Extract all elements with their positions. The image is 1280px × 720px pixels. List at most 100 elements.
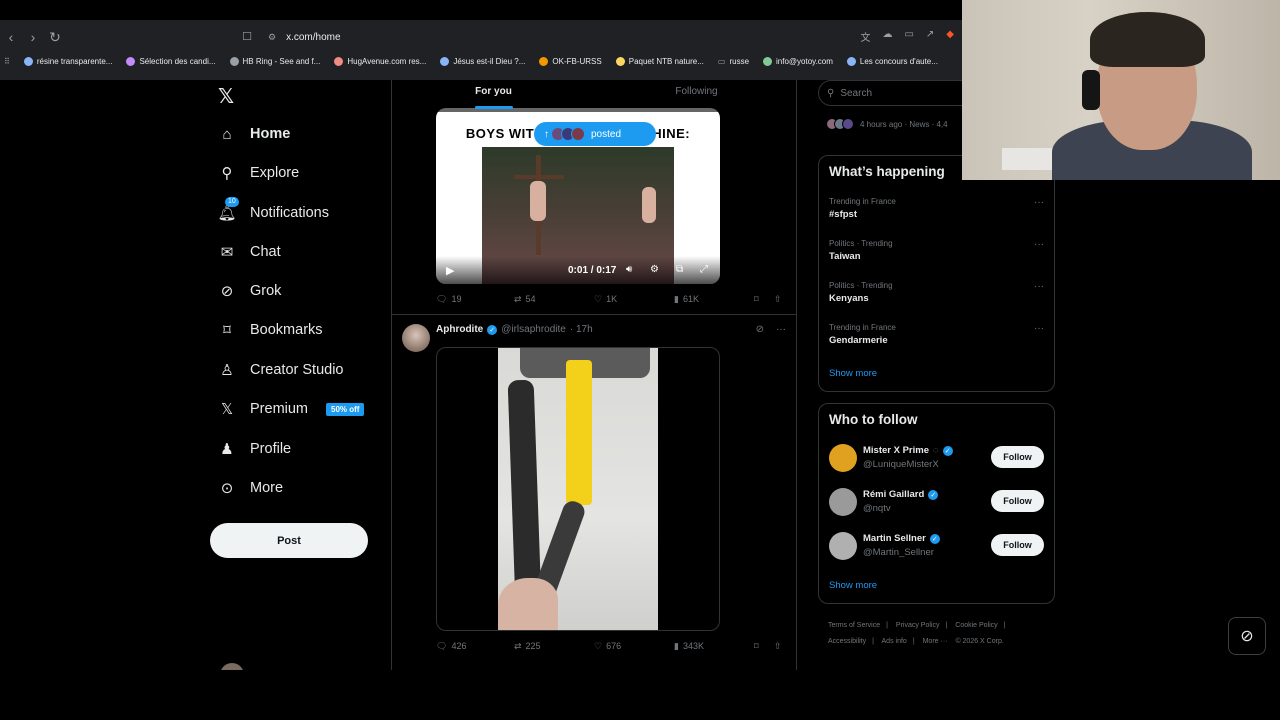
tab-for-you[interactable]: For you <box>392 80 595 112</box>
views-button[interactable]: ▮ 61K <box>674 294 699 305</box>
more-icon[interactable]: ··· <box>1034 323 1044 334</box>
nav-more[interactable]: ⊙ More <box>218 475 283 501</box>
play-icon[interactable]: ▶ <box>446 264 454 277</box>
nav-notifications[interactable]: 🔔︎ 10 Notifications <box>217 197 329 226</box>
more-icon[interactable]: ··· <box>776 324 786 335</box>
author-handle[interactable]: @irlsaphrodite <box>501 324 566 335</box>
share-icon[interactable]: ↗ <box>926 29 934 44</box>
bookmark[interactable]: Sélection des candi... <box>126 56 216 66</box>
home-timeline: For you Following ↑ posted BOYS WIT HINE:… <box>391 80 797 670</box>
screen-icon[interactable]: ▭ <box>904 29 913 44</box>
bookmark-star-icon[interactable]: ☐ <box>236 30 258 43</box>
avatar[interactable] <box>402 324 430 352</box>
like-button[interactable]: ♡ 1K <box>594 294 617 305</box>
account-switcher[interactable] <box>220 663 380 670</box>
repost-button[interactable]: ⇄ 54 <box>514 294 536 305</box>
bookmark[interactable]: HugAvenue.com res... <box>334 56 426 66</box>
share-button[interactable]: ⇧ <box>774 294 782 305</box>
follow-suggestion[interactable]: Mister X Prime ◌ ✓ @LuniqueMisterX Follow <box>829 444 1044 474</box>
settings-icon[interactable]: ⚙ <box>650 264 659 275</box>
show-more-link[interactable]: Show more <box>829 580 877 591</box>
trend-item[interactable]: Politics · Trending Kenyans ··· <box>829 281 1044 304</box>
tweet[interactable]: Aphrodite ✓ @irlsaphrodite · 17h ⊘ ··· 🗨… <box>392 314 796 670</box>
tweet-media[interactable] <box>436 347 720 631</box>
fullscreen-icon[interactable]: ⤢ <box>700 264 708 275</box>
notification-count-badge: 10 <box>225 197 239 207</box>
reply-button[interactable]: 🗨︎ 19 <box>436 294 461 305</box>
bookmark[interactable]: Paquet NTB nature... <box>615 56 704 66</box>
bookmark-button[interactable]: ⌑ <box>754 641 759 652</box>
volume-icon[interactable]: 🔊︎ <box>626 264 632 275</box>
nav-bookmarks[interactable]: ⌑ Bookmarks <box>218 317 323 343</box>
trend-item[interactable]: Trending in France Gendarmerie ··· <box>829 323 1044 346</box>
bookmark-icon: ⌑ <box>754 640 759 651</box>
bookmark[interactable]: OK-FB-URSS <box>539 56 602 66</box>
tab-following[interactable]: Following <box>595 80 796 112</box>
bookmark[interactable]: info@yotoy.com <box>763 56 833 66</box>
avatar[interactable] <box>829 488 857 516</box>
footer-link[interactable]: Accessibility <box>828 638 866 645</box>
nav-label: Bookmarks <box>250 322 323 338</box>
follow-suggestion[interactable]: Rémi Gaillard ✓ @nqtv Follow <box>829 488 1044 518</box>
news-item[interactable]: 4 hours ago · News · 4,4 <box>826 118 948 130</box>
grok-floating-button[interactable]: ⊘ <box>1228 617 1266 655</box>
nav-explore[interactable]: ⚲ Explore <box>218 160 300 186</box>
more-icon[interactable]: ··· <box>1034 197 1044 208</box>
footer-link[interactable]: Privacy Policy <box>896 622 940 629</box>
verified-icon: ✓ <box>942 445 953 456</box>
bookmark-folder[interactable]: ▭ russe <box>718 57 749 66</box>
grok-icon: ⊘ <box>220 283 234 300</box>
copyright: © 2026 X Corp. <box>955 638 1004 645</box>
reply-button[interactable]: 🗨︎ 426 <box>436 641 466 652</box>
user-name: Rémi Gaillard ✓ <box>863 489 939 500</box>
pip-icon[interactable]: ⧉ <box>676 264 683 275</box>
repost-button[interactable]: ⇄ 225 <box>514 641 541 652</box>
nav-chat[interactable]: ✉ Chat <box>218 239 281 265</box>
author-name[interactable]: Aphrodite <box>436 324 483 335</box>
new-posts-pill[interactable]: ↑ posted <box>534 122 656 146</box>
forward-icon[interactable]: › <box>22 29 44 45</box>
trend-item[interactable]: Trending in France #sfpst ··· <box>829 197 1044 220</box>
bookmark[interactable]: Jésus est-il Dieu ?... <box>440 56 525 66</box>
post-button[interactable]: Post <box>210 523 368 558</box>
trend-item[interactable]: Politics · Trending Taiwan ··· <box>829 239 1044 262</box>
reply-icon: 🗨︎ <box>436 293 448 304</box>
bookmark[interactable]: Les concours d'aute... <box>846 56 938 66</box>
nav-home[interactable]: ⌂ Home <box>218 121 290 147</box>
nav-creator-studio[interactable]: ♙ Creator Studio <box>218 357 343 383</box>
more-icon[interactable]: ··· <box>1034 281 1044 292</box>
reload-icon[interactable]: ↻ <box>44 29 66 46</box>
footer-link[interactable]: Ads info <box>882 638 907 645</box>
follow-button[interactable]: Follow <box>991 490 1044 512</box>
bookmark[interactable]: résine transparente... <box>23 56 112 66</box>
footer-link[interactable]: Terms of Service <box>828 622 880 629</box>
brave-icon[interactable]: ◆ <box>946 29 954 44</box>
avatar[interactable] <box>829 444 857 472</box>
address-bar[interactable]: ⚙ x.com/home <box>268 25 888 49</box>
bookmark-button[interactable]: ⌑ <box>754 294 759 305</box>
grok-icon[interactable]: ⊘ <box>756 324 764 335</box>
more-icon[interactable]: ··· <box>1034 239 1044 250</box>
tweet-time[interactable]: · 17h <box>570 324 593 335</box>
translate-icon[interactable]: 文 <box>860 29 870 44</box>
views-button[interactable]: ▮ 343K <box>674 641 704 652</box>
nav-profile[interactable]: ♟ Profile <box>218 436 291 462</box>
bookmark[interactable]: HB Ring - See and f... <box>229 56 320 66</box>
nav-premium[interactable]: 𝕏 Premium 50% off <box>218 396 365 422</box>
show-more-link[interactable]: Show more <box>829 368 877 379</box>
follow-button[interactable]: Follow <box>991 446 1044 468</box>
follow-button[interactable]: Follow <box>991 534 1044 556</box>
x-logo-icon[interactable]: 𝕏 <box>218 84 234 109</box>
nav-label: Profile <box>250 441 292 457</box>
avatar[interactable] <box>829 532 857 560</box>
back-icon[interactable]: ‹ <box>0 29 22 45</box>
nav-grok[interactable]: ⊘ Grok <box>218 278 282 304</box>
site-info-icon[interactable]: ⚙ <box>268 32 276 43</box>
cloud-icon[interactable]: ☁ <box>882 29 892 44</box>
like-button[interactable]: ♡ 676 <box>594 641 621 652</box>
footer-link[interactable]: Cookie Policy <box>955 622 997 629</box>
follow-suggestion[interactable]: Martin Sellner ✓ @Martin_Sellner Follow <box>829 532 1044 562</box>
share-button[interactable]: ⇧ <box>774 641 782 652</box>
footer-link[interactable]: More ··· <box>923 638 948 645</box>
apps-icon[interactable]: ⠿ <box>4 57 10 66</box>
